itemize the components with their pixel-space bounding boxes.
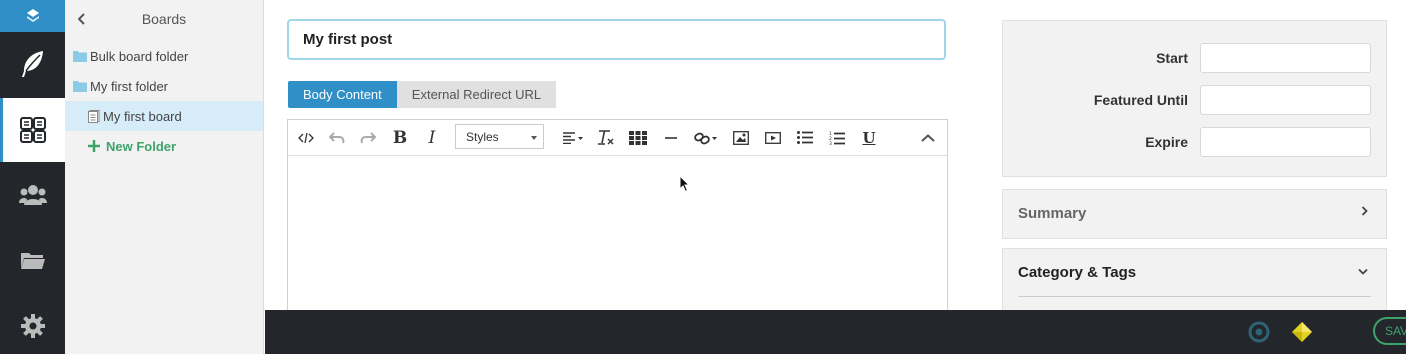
new-folder-label: New Folder: [106, 138, 177, 154]
content-tabs: Body Content External Redirect URL: [288, 81, 557, 108]
stack-logo-icon: [26, 9, 39, 22]
link-icon[interactable]: [693, 128, 719, 147]
category-tags-panel: Category & Tags: [1002, 248, 1387, 310]
expire-label: Expire: [1145, 134, 1188, 150]
expire-row: Expire: [1145, 127, 1371, 157]
boards-grid-icon: [19, 117, 46, 143]
app-logo[interactable]: [0, 0, 65, 32]
feature-button[interactable]: [1290, 320, 1314, 344]
nav-files-button[interactable]: [0, 228, 65, 292]
nav-settings-button[interactable]: [0, 294, 65, 358]
folder-icon: [73, 80, 87, 92]
schedule-panel: Start Featured Until Expire: [1002, 20, 1387, 177]
category-tags-title: Category & Tags: [1018, 264, 1137, 281]
rich-text-editor[interactable]: B I Styles 123 U: [287, 119, 948, 319]
clear-format-icon[interactable]: [595, 128, 617, 147]
featured-until-row: Featured Until: [1094, 85, 1371, 115]
app-nav-rail: [0, 0, 65, 354]
tree-folder-my-first[interactable]: My first folder: [65, 71, 263, 101]
boards-panel: Boards Bulk board folder My first folder…: [65, 0, 264, 354]
chevron-down-icon: [1358, 262, 1368, 279]
tree-item-label: My first folder: [90, 78, 169, 94]
category-tags-header[interactable]: Category & Tags: [1003, 249, 1386, 296]
editor-toolbar: B I Styles 123 U: [288, 120, 947, 156]
boards-header: Boards: [65, 0, 263, 38]
post-settings-sidebar: Start Featured Until Expire Summary Cate…: [1002, 0, 1387, 310]
styles-dropdown-value: Styles: [466, 129, 499, 144]
boards-title: Boards: [141, 11, 187, 27]
tab-body-content[interactable]: Body Content: [288, 81, 397, 108]
caret-down-icon: [531, 136, 537, 140]
nav-posts-button[interactable]: [0, 32, 65, 96]
post-editor: My first post Body Content External Redi…: [264, 0, 979, 319]
chevron-right-icon: [1361, 203, 1368, 220]
numbered-list-icon[interactable]: 123: [826, 128, 848, 147]
italic-icon[interactable]: I: [421, 128, 443, 148]
underline-icon[interactable]: U: [858, 128, 880, 147]
tab-external-redirect-url[interactable]: External Redirect URL: [396, 81, 557, 108]
tree-board-my-first[interactable]: My first board: [65, 101, 263, 131]
collapse-toolbar-icon[interactable]: [917, 128, 939, 147]
image-icon[interactable]: [730, 128, 752, 147]
folder-icon: [20, 253, 45, 269]
tree-item-label: My first board: [103, 108, 182, 124]
table-icon[interactable]: [627, 128, 649, 147]
tree-folder-bulk[interactable]: Bulk board folder: [65, 41, 263, 71]
video-icon[interactable]: [762, 128, 784, 147]
expire-date-input[interactable]: [1200, 127, 1371, 157]
post-title-input[interactable]: My first post: [287, 19, 946, 60]
plus-icon: [88, 140, 100, 152]
gear-icon: [20, 314, 45, 338]
svg-text:3: 3: [829, 141, 832, 145]
nav-users-button[interactable]: [0, 163, 65, 227]
redo-icon[interactable]: [357, 128, 379, 147]
save-button[interactable]: SAVE: [1373, 317, 1406, 345]
preview-button[interactable]: [1248, 321, 1270, 343]
tree-item-label: Bulk board folder: [90, 48, 189, 64]
horizontal-rule-icon[interactable]: [660, 128, 682, 147]
start-row: Start: [1156, 43, 1371, 73]
styles-dropdown[interactable]: Styles: [455, 124, 544, 149]
bold-icon[interactable]: B: [389, 128, 411, 148]
summary-panel-header[interactable]: Summary: [1002, 189, 1387, 239]
featured-until-label: Featured Until: [1093, 92, 1188, 108]
source-code-icon[interactable]: [295, 128, 317, 147]
start-label: Start: [1156, 50, 1188, 66]
bulleted-list-icon[interactable]: [794, 128, 816, 147]
summary-title: Summary: [1018, 205, 1087, 222]
bottom-action-bar: SAVE: [265, 310, 1406, 354]
undo-icon[interactable]: [326, 128, 348, 147]
folder-icon: [73, 50, 87, 62]
start-date-input[interactable]: [1200, 43, 1371, 73]
feather-icon: [21, 51, 43, 77]
diamond-icon: [1292, 322, 1312, 342]
divider: [1018, 296, 1371, 297]
mouse-cursor-icon: [679, 175, 691, 193]
featured-until-date-input[interactable]: [1200, 85, 1371, 115]
align-icon[interactable]: [560, 128, 586, 147]
new-folder-button[interactable]: New Folder: [65, 131, 263, 161]
board-icon: [88, 109, 100, 123]
eye-icon: [1248, 321, 1270, 343]
users-icon: [18, 185, 47, 205]
nav-boards-button[interactable]: [0, 98, 65, 162]
